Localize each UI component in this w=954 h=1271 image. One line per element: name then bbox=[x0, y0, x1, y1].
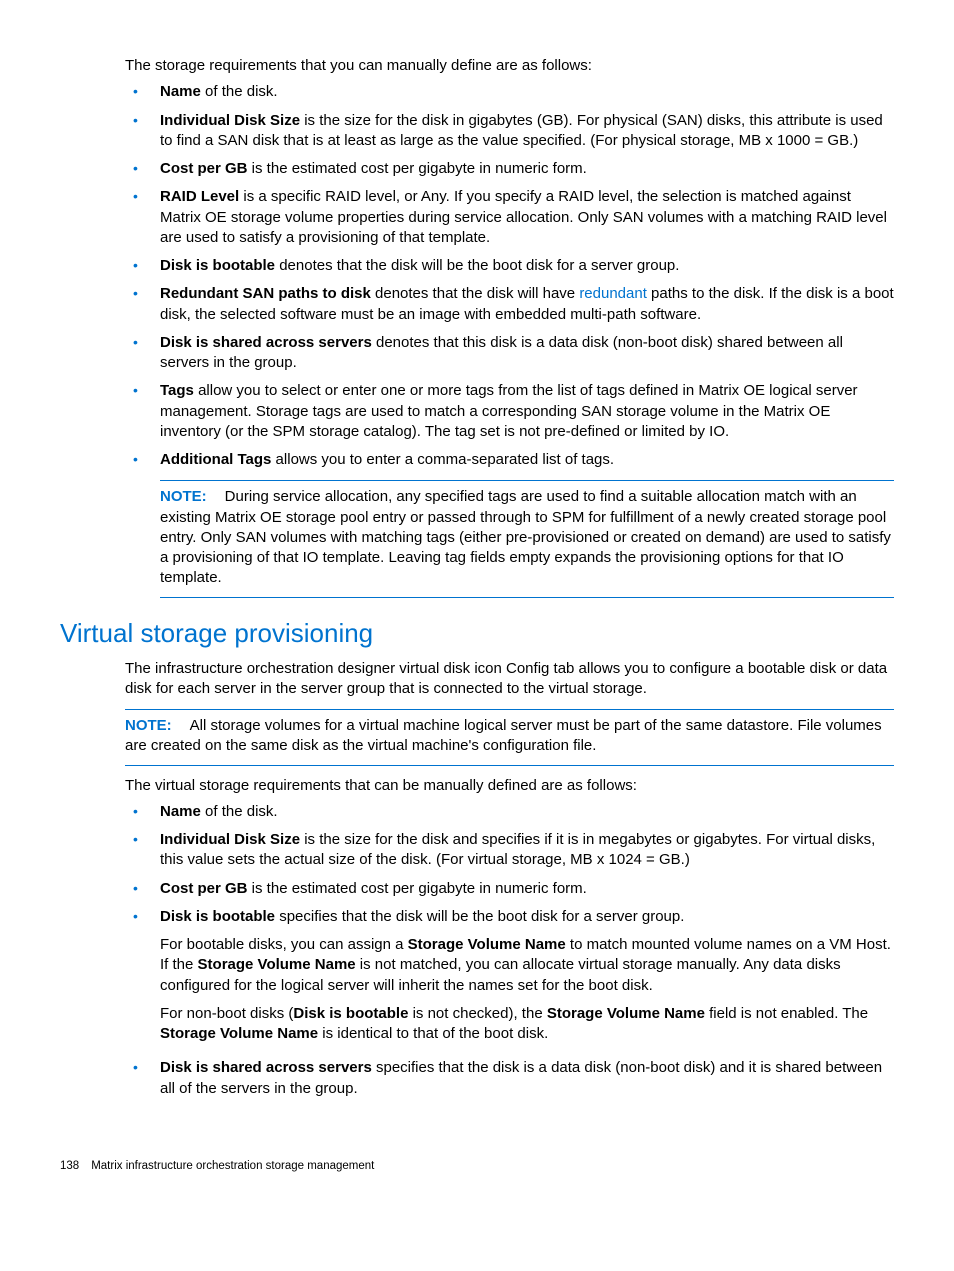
list-item: Disk is bootable denotes that the disk w… bbox=[125, 256, 894, 276]
item-term: Disk is bootable bbox=[293, 1005, 408, 1022]
item-text: of the disk. bbox=[201, 803, 278, 820]
list-item: RAID Level is a specific RAID level, or … bbox=[125, 187, 894, 248]
item-text: For bootable disks, you can assign a bbox=[160, 936, 408, 953]
list-item: Disk is shared across servers denotes th… bbox=[125, 333, 894, 374]
footer-title: Matrix infrastructure orchestration stor… bbox=[91, 1160, 374, 1172]
item-term: Storage Volume Name bbox=[160, 1025, 318, 1042]
item-text: For non-boot disks ( bbox=[160, 1005, 293, 1022]
storage-requirements-list: Name of the disk. Individual Disk Size i… bbox=[125, 82, 894, 597]
item-text: of the disk. bbox=[201, 83, 278, 100]
sub-paragraph: For bootable disks, you can assign a Sto… bbox=[160, 935, 894, 996]
item-text: denotes that the disk will have bbox=[371, 285, 579, 302]
note-box-datastore: NOTE:All storage volumes for a virtual m… bbox=[125, 709, 894, 766]
redundant-link[interactable]: redundant bbox=[579, 285, 647, 302]
item-term: Tags bbox=[160, 382, 194, 399]
item-text: is the estimated cost per gigabyte in nu… bbox=[248, 160, 587, 177]
note-label: NOTE: bbox=[125, 717, 172, 734]
page-number: 138 bbox=[60, 1159, 79, 1175]
item-text: field is not enabled. The bbox=[705, 1005, 868, 1022]
item-term: Disk is shared across servers bbox=[160, 1059, 372, 1076]
item-text: denotes that the disk will be the boot d… bbox=[275, 257, 679, 274]
item-text: allows you to enter a comma-separated li… bbox=[271, 451, 614, 468]
page-footer: 138 Matrix infrastructure orchestration s… bbox=[60, 1159, 894, 1175]
list-item: Disk is bootable specifies that the disk… bbox=[125, 907, 894, 1045]
sub-paragraph: For non-boot disks (Disk is bootable is … bbox=[160, 1004, 894, 1045]
item-term: Individual Disk Size bbox=[160, 831, 300, 848]
item-term: Disk is shared across servers bbox=[160, 334, 372, 351]
list-item: Tags allow you to select or enter one or… bbox=[125, 381, 894, 442]
item-text: is identical to that of the boot disk. bbox=[318, 1025, 548, 1042]
item-text: is not checked), the bbox=[408, 1005, 546, 1022]
list-item: Redundant SAN paths to disk denotes that… bbox=[125, 284, 894, 325]
item-term: Individual Disk Size bbox=[160, 112, 300, 129]
item-term: Cost per GB bbox=[160, 160, 248, 177]
intro-paragraph-2: The infrastructure orchestration designe… bbox=[125, 659, 894, 700]
item-text: is a specific RAID level, or Any. If you… bbox=[160, 188, 887, 246]
item-term: Disk is bootable bbox=[160, 257, 275, 274]
list-item: Individual Disk Size is the size for the… bbox=[125, 830, 894, 871]
item-term: RAID Level bbox=[160, 188, 239, 205]
list-item: Cost per GB is the estimated cost per gi… bbox=[125, 879, 894, 899]
virtual-storage-requirements-list: Name of the disk. Individual Disk Size i… bbox=[125, 802, 894, 1099]
list-item: Individual Disk Size is the size for the… bbox=[125, 111, 894, 152]
item-term: Redundant SAN paths to disk bbox=[160, 285, 371, 302]
list-item: Cost per GB is the estimated cost per gi… bbox=[125, 159, 894, 179]
item-term: Name bbox=[160, 803, 201, 820]
item-term: Name bbox=[160, 83, 201, 100]
item-term: Disk is bootable bbox=[160, 908, 275, 925]
section-heading-virtual-storage: Virtual storage provisioning bbox=[60, 616, 894, 651]
item-term: Storage Volume Name bbox=[198, 956, 356, 973]
note-text: During service allocation, any specified… bbox=[160, 488, 891, 586]
item-term: Additional Tags bbox=[160, 451, 271, 468]
intro-paragraph-3: The virtual storage requirements that ca… bbox=[125, 776, 894, 796]
item-term: Storage Volume Name bbox=[547, 1005, 705, 1022]
list-item: Additional Tags allows you to enter a co… bbox=[125, 450, 894, 598]
note-text: All storage volumes for a virtual machin… bbox=[125, 717, 882, 754]
intro-paragraph-1: The storage requirements that you can ma… bbox=[125, 56, 894, 76]
item-text: allow you to select or enter one or more… bbox=[160, 382, 858, 440]
list-item: Name of the disk. bbox=[125, 802, 894, 822]
item-text: specifies that the disk will be the boot… bbox=[275, 908, 684, 925]
note-label: NOTE: bbox=[160, 488, 207, 505]
item-term: Cost per GB bbox=[160, 880, 248, 897]
item-term: Storage Volume Name bbox=[408, 936, 566, 953]
note-box-tags: NOTE:During service allocation, any spec… bbox=[160, 480, 894, 597]
item-text: is the estimated cost per gigabyte in nu… bbox=[248, 880, 587, 897]
list-item: Disk is shared across servers specifies … bbox=[125, 1058, 894, 1099]
list-item: Name of the disk. bbox=[125, 82, 894, 102]
